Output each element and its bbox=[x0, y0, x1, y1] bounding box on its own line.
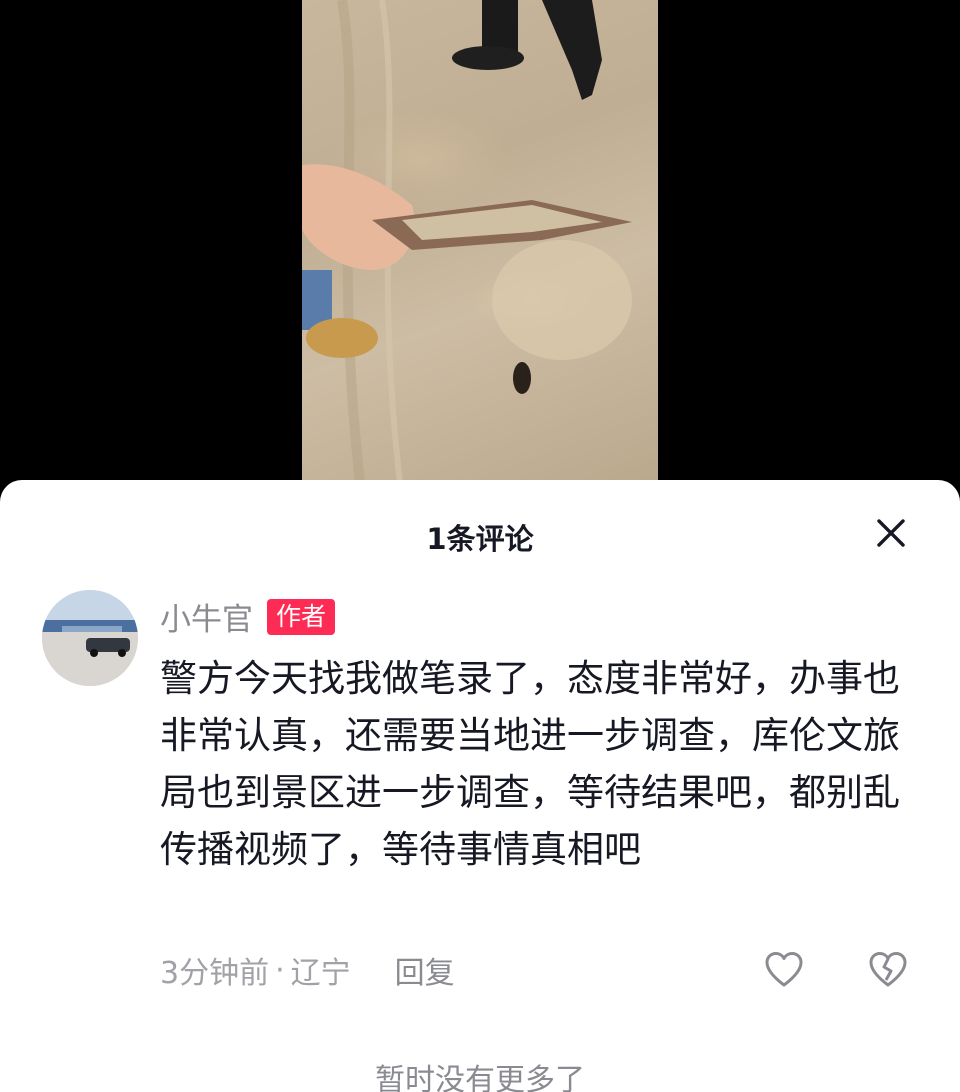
avatar[interactable] bbox=[42, 590, 138, 686]
sheet-title: 1条评论 bbox=[426, 522, 534, 556]
heart-outline-icon bbox=[765, 952, 803, 987]
video-frame[interactable] bbox=[302, 0, 658, 500]
comment-sheet: 1条评论 小牛官 作者 警方今天找我做笔录了，态度非常好，办事也非常认真，还需要… bbox=[0, 480, 960, 1092]
broken-heart-icon bbox=[869, 952, 907, 987]
reply-button[interactable]: 回复 bbox=[395, 948, 455, 992]
no-more-comments: 暂时没有更多了 bbox=[375, 1063, 585, 1092]
dislike-button[interactable] bbox=[868, 950, 908, 990]
comment-time: 3分钟前 bbox=[160, 956, 270, 991]
like-button[interactable] bbox=[764, 950, 804, 990]
screen: 1条评论 小牛官 作者 警方今天找我做笔录了，态度非常好，办事也非常认真，还需要… bbox=[0, 0, 960, 1092]
video-scene bbox=[302, 0, 632, 500]
close-icon bbox=[877, 519, 905, 547]
comment-location: 辽宁 bbox=[290, 956, 351, 991]
avatar-image bbox=[42, 590, 138, 686]
close-button[interactable] bbox=[872, 514, 910, 552]
author-badge: 作者 bbox=[267, 598, 336, 635]
comment-meta: 3分钟前 · 辽宁 回复 bbox=[160, 948, 455, 992]
comment-text[interactable]: 警方今天找我做笔录了，态度非常好，办事也非常认真，还需要当地进一步调查，库伦文旅… bbox=[160, 650, 900, 878]
meta-separator: · bbox=[275, 952, 285, 988]
username[interactable]: 小牛官 bbox=[160, 594, 253, 639]
username-row: 小牛官 作者 bbox=[160, 594, 336, 639]
